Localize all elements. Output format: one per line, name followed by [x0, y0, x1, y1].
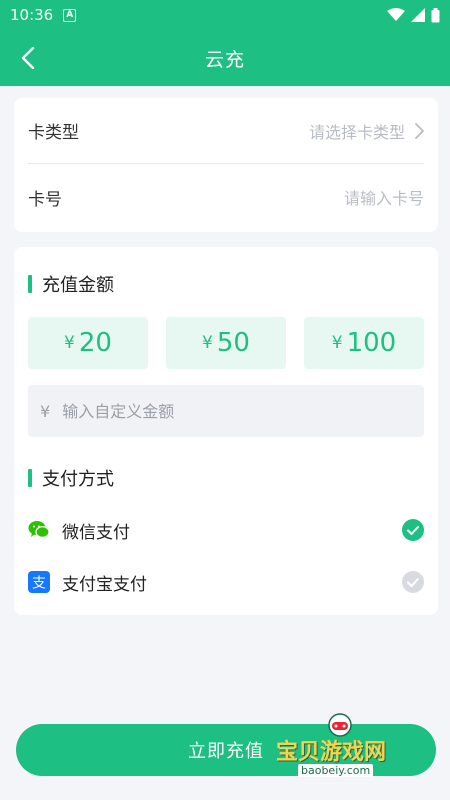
- recharge-section-title: 充值金额: [28, 271, 114, 297]
- recharge-card: 充值金额 ¥ 20 ¥ 50 ¥ 100 ¥ 支付方式: [14, 247, 438, 615]
- wifi-icon: [387, 8, 405, 21]
- payment-method-label: 支付宝支付: [62, 574, 147, 595]
- status-time: 10:36: [10, 6, 54, 24]
- custom-amount-field[interactable]: ¥: [28, 385, 424, 437]
- amount-value: 20: [78, 328, 112, 358]
- chevron-left-icon: [21, 47, 35, 69]
- amount-value: 50: [216, 328, 250, 358]
- payment-method-wechat[interactable]: 微信支付: [28, 507, 424, 553]
- amount-options: ¥ 20 ¥ 50 ¥ 100: [28, 317, 424, 369]
- amount-option-20[interactable]: ¥ 20: [28, 317, 148, 369]
- wechat-icon: [28, 519, 50, 541]
- check-selected-icon: [402, 519, 424, 541]
- currency-symbol: ¥: [202, 333, 213, 353]
- card-number-row[interactable]: 卡号 请输入卡号: [28, 164, 424, 230]
- currency-symbol: ¥: [64, 333, 75, 353]
- chevron-right-icon: [415, 122, 424, 139]
- watermark-url: baobeiy.com: [298, 764, 374, 777]
- watermark-text: 宝贝游戏网: [276, 740, 387, 765]
- status-bar: 10:36 A: [0, 0, 450, 30]
- custom-amount-input[interactable]: [62, 401, 383, 421]
- amount-value: 100: [346, 328, 397, 358]
- card-type-label: 卡类型: [28, 123, 79, 143]
- currency-symbol: ¥: [40, 401, 51, 421]
- amount-option-50[interactable]: ¥ 50: [166, 317, 286, 369]
- a-icon: A: [63, 8, 77, 22]
- page-title: 云充: [204, 48, 245, 71]
- card-type-select[interactable]: 请选择卡类型: [309, 119, 424, 143]
- submit-label: 立即充值: [188, 741, 264, 762]
- card-number-label: 卡号: [28, 189, 62, 210]
- payment-method-alipay[interactable]: 支 支付宝支付: [28, 559, 424, 605]
- header: 10:36 A 云充: [0, 0, 450, 86]
- amount-option-100[interactable]: ¥ 100: [304, 317, 424, 369]
- currency-symbol: ¥: [331, 333, 343, 353]
- section-accent-bar: [28, 275, 32, 293]
- nav-bar: 云充: [0, 30, 450, 86]
- payment-method-label: 微信支付: [62, 522, 130, 543]
- signal-icon: [411, 8, 425, 22]
- watermark-logo: 宝贝游戏网 baobeiy.com: [268, 712, 428, 782]
- alipay-icon: 支: [28, 571, 50, 593]
- status-icons: [387, 7, 440, 23]
- card-type-row[interactable]: 卡类型 请选择卡类型: [28, 98, 424, 164]
- card-info-card: 卡类型 请选择卡类型 卡号 请输入卡号: [14, 98, 438, 232]
- section-accent-bar: [28, 469, 32, 487]
- payment-section-title: 支付方式: [28, 465, 114, 491]
- recharge-title-text: 充值金额: [42, 275, 114, 296]
- payment-title-text: 支付方式: [42, 469, 114, 490]
- back-button[interactable]: [12, 40, 44, 76]
- card-type-placeholder: 请选择卡类型: [308, 122, 405, 142]
- battery-icon: [431, 7, 440, 22]
- svg-text:支: 支: [32, 576, 46, 592]
- check-unselected-icon: [402, 571, 424, 593]
- card-number-input[interactable]: 请输入卡号: [344, 185, 424, 209]
